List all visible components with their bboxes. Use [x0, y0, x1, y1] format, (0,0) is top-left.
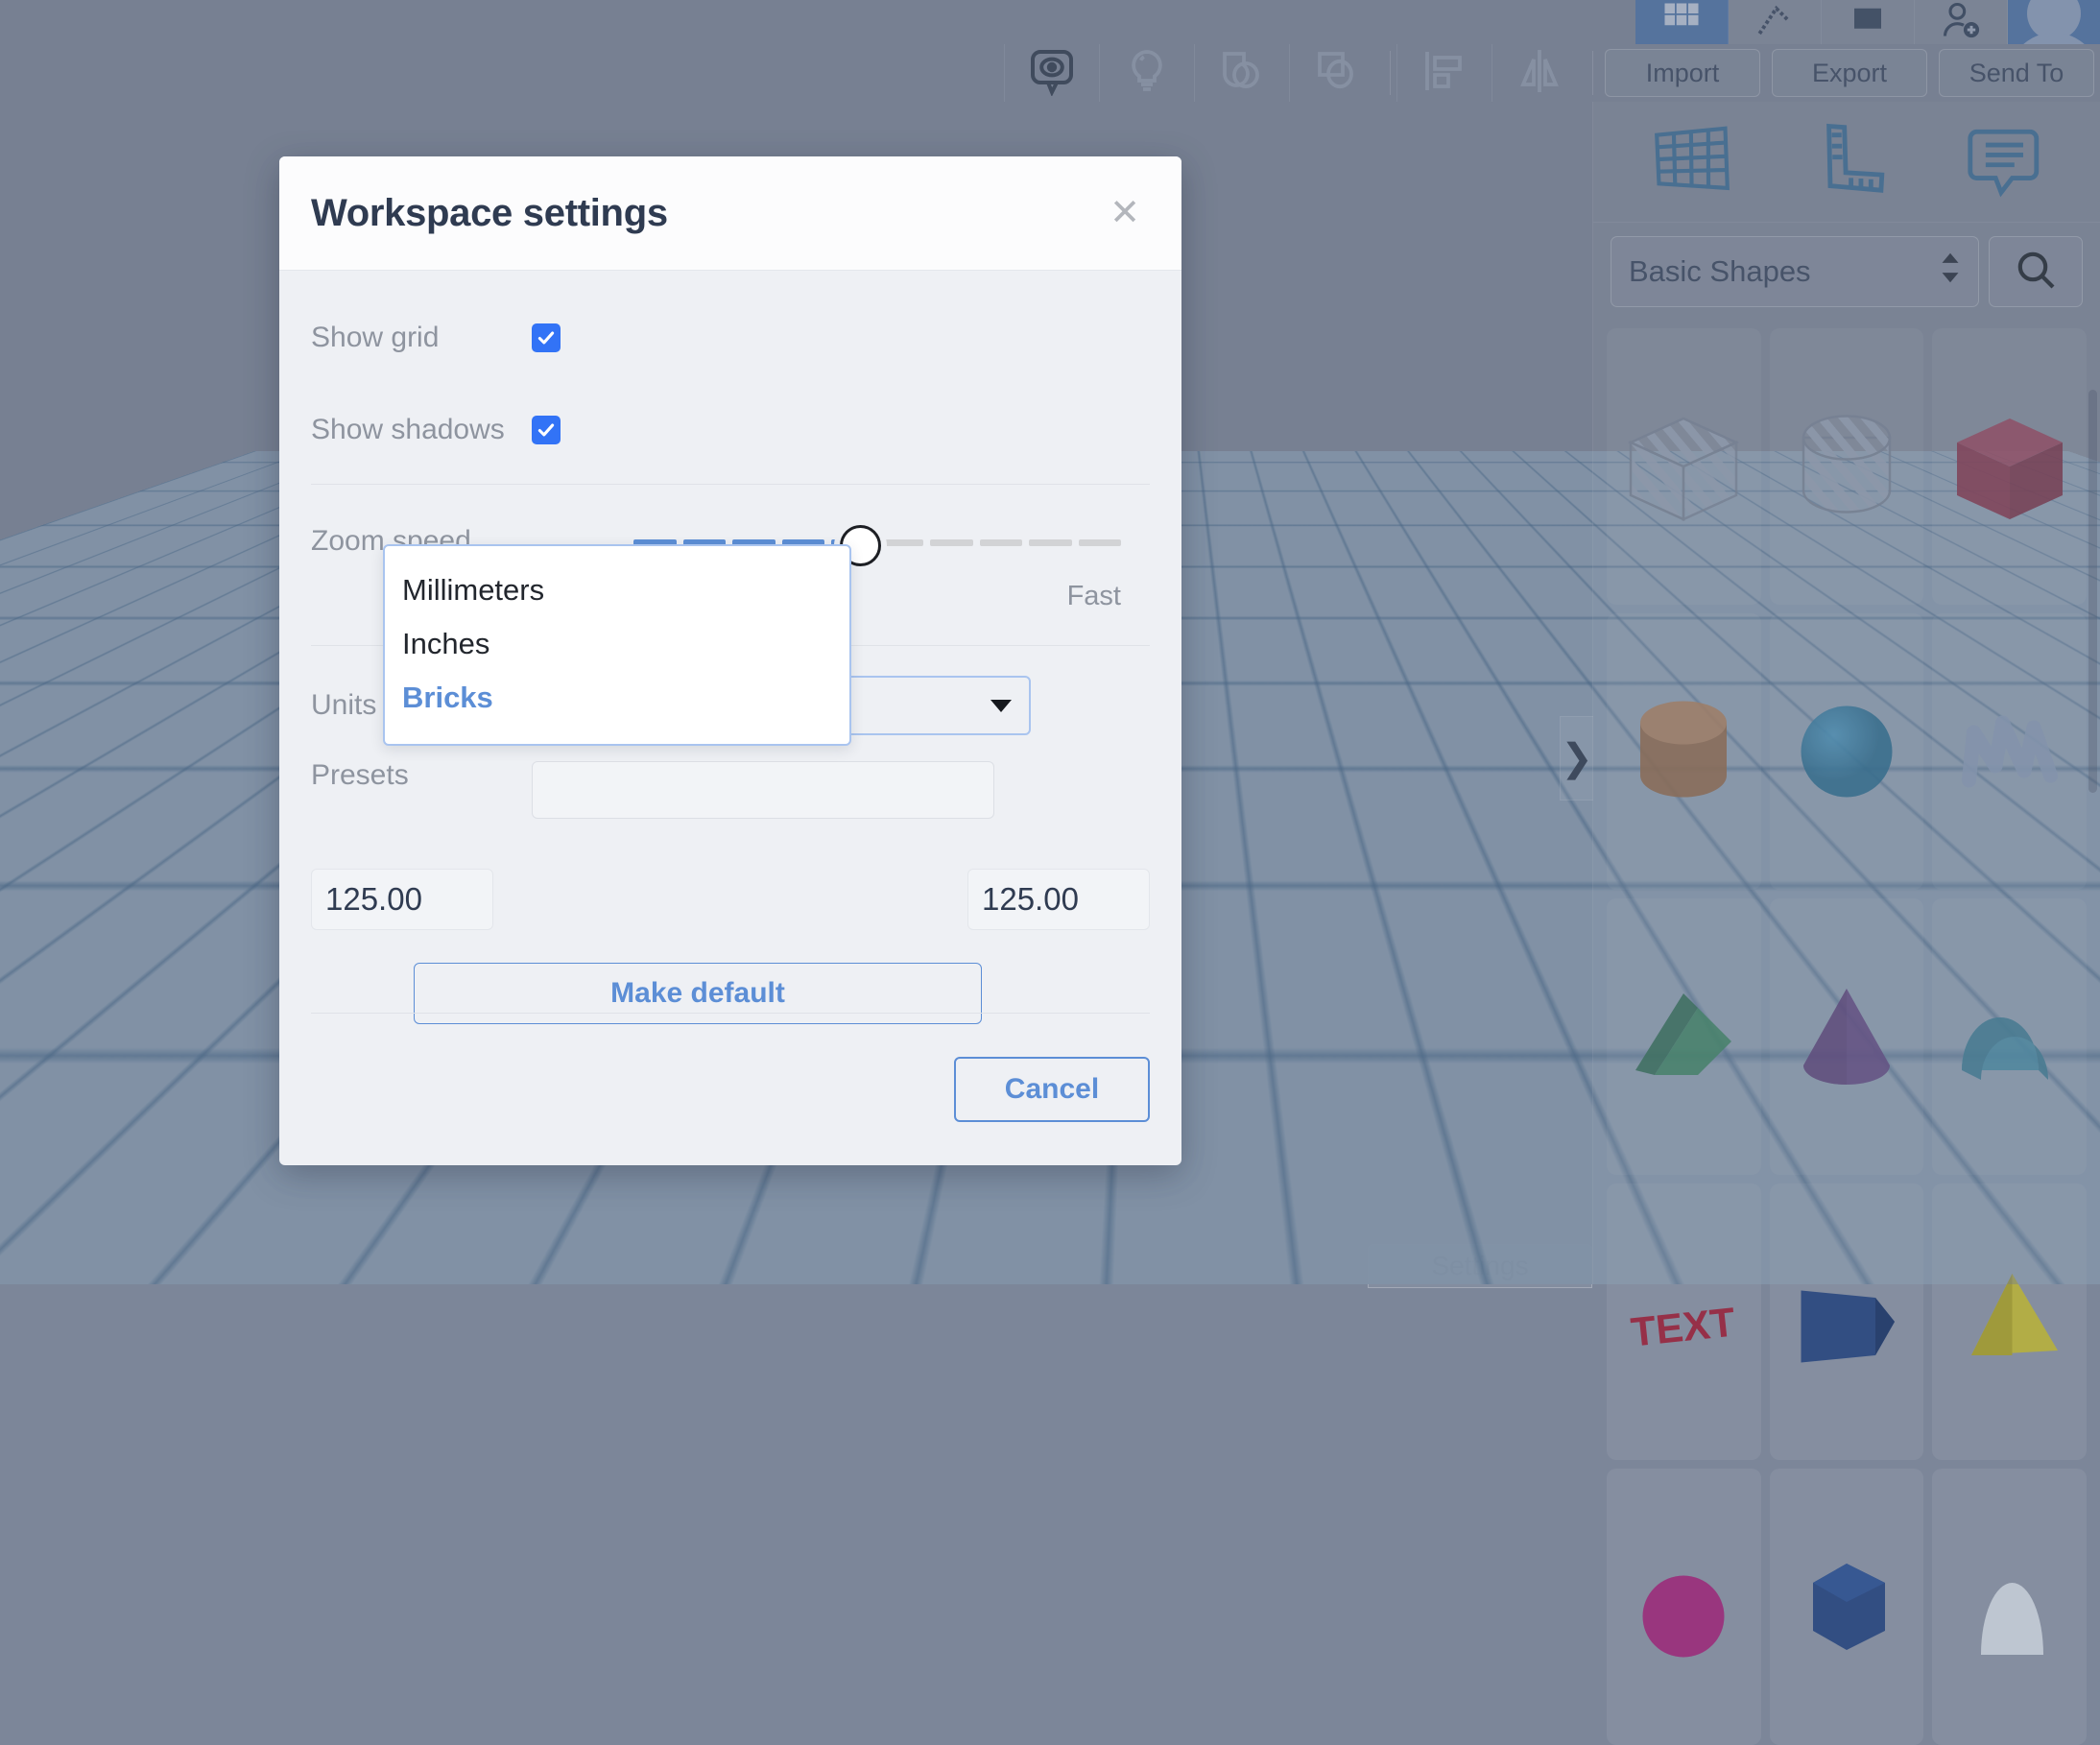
dialog-footer: Cancel	[311, 1013, 1150, 1165]
cancel-label: Cancel	[1004, 1073, 1100, 1105]
svg-text:TEXT: TEXT	[1629, 1300, 1737, 1355]
presets-select[interactable]	[532, 761, 994, 819]
units-option-millimeters[interactable]: Millimeters	[385, 563, 849, 617]
units-option-inches[interactable]: Inches	[385, 617, 849, 671]
dialog-title: Workspace settings	[311, 191, 668, 234]
shape-item-half-sphere[interactable]	[1607, 1469, 1761, 1745]
cancel-button[interactable]: Cancel	[954, 1057, 1150, 1122]
size-fields-row: 125.00 125.00	[311, 869, 1150, 930]
shape-item-paraboloid[interactable]	[1932, 1469, 2087, 1745]
units-option-bricks[interactable]: Bricks	[385, 671, 849, 725]
show-grid-row: Show grid	[311, 292, 1150, 384]
workspace-settings-dialog: Workspace settings ✕ Show grid Show shad…	[279, 156, 1181, 1165]
close-icon[interactable]: ✕	[1100, 189, 1150, 237]
dialog-header: Workspace settings ✕	[279, 156, 1181, 271]
zoom-fast-label: Fast	[1066, 581, 1121, 611]
shape-item-polygon[interactable]	[1769, 1469, 1924, 1745]
presets-row: Presets	[311, 759, 1150, 865]
show-shadows-checkbox[interactable]	[532, 416, 561, 444]
show-grid-label: Show grid	[311, 322, 440, 353]
show-shadows-label: Show shadows	[311, 414, 505, 445]
chevron-down-icon	[990, 699, 1012, 712]
units-dropdown-list[interactable]: Millimeters Inches Bricks	[383, 544, 851, 746]
show-shadows-row: Show shadows	[311, 384, 1150, 476]
make-default-label: Make default	[610, 977, 785, 1009]
fields-spacer	[493, 869, 967, 930]
show-grid-checkbox[interactable]	[532, 323, 561, 352]
presets-label: Presets	[311, 759, 409, 791]
width-field[interactable]: 125.00	[311, 869, 493, 930]
length-field[interactable]: 125.00	[967, 869, 1150, 930]
